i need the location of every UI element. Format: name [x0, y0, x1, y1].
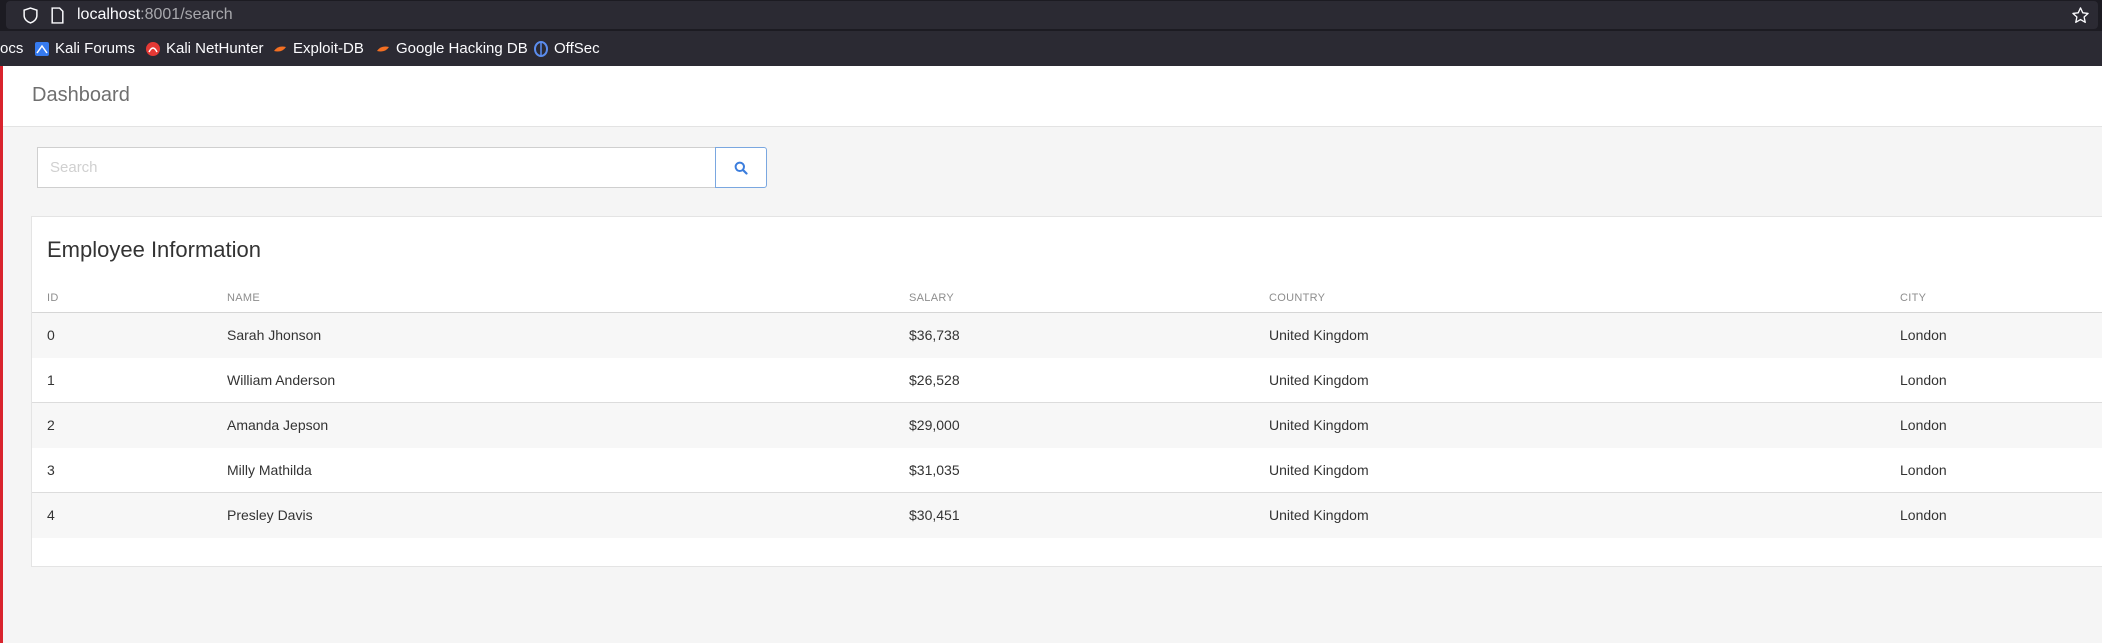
url-host: localhost	[77, 6, 141, 23]
cell-salary: $31,035	[909, 462, 960, 478]
column-header-name: NAME	[227, 292, 260, 304]
column-header-country: COUNTRY	[1269, 292, 1326, 304]
page-title[interactable]: Dashboard	[32, 84, 130, 107]
bookmark-label: Exploit-DB	[293, 40, 364, 57]
bookmark-kali-nethunter[interactable]: Kali NetHunter	[145, 40, 264, 57]
kali-nethunter-icon	[146, 41, 160, 56]
search-button[interactable]	[715, 147, 767, 188]
bookmark-kali-forums[interactable]: Kali Forums	[34, 40, 135, 57]
search-input[interactable]	[37, 147, 716, 188]
table-row: 4 Presley Davis $30,451 United Kingdom L…	[32, 493, 2102, 538]
card-title: Employee Information	[47, 237, 261, 262]
url-path: :8001/search	[140, 6, 233, 23]
google-hacking-db-icon	[377, 46, 389, 51]
table-row: 3 Milly Mathilda $31,035 United Kingdom …	[32, 448, 2102, 493]
bookmark-google-hacking-db[interactable]: Google Hacking DB	[375, 40, 528, 57]
cell-name: Presley Davis	[227, 507, 313, 523]
cell-id: 2	[47, 417, 55, 433]
cell-country: United Kingdom	[1269, 417, 1369, 433]
bookmark-label: ocs	[0, 40, 24, 57]
cell-country: United Kingdom	[1269, 327, 1369, 343]
shield-icon[interactable]	[22, 7, 39, 24]
table-row: 2 Amanda Jepson $29,000 United Kingdom L…	[32, 403, 2102, 448]
page-icon	[51, 7, 64, 24]
bookmark-label: Kali NetHunter	[166, 40, 264, 57]
kali-forums-icon	[35, 41, 49, 56]
cell-city: London	[1900, 327, 1947, 343]
cell-salary: $36,738	[909, 327, 960, 343]
url-bar[interactable]: localhost:8001/search	[6, 1, 2098, 29]
cell-salary: $30,451	[909, 507, 960, 523]
cell-city: London	[1900, 507, 1947, 523]
offsec-icon	[534, 40, 548, 57]
cell-salary: $29,000	[909, 417, 960, 433]
bookmark-star-icon[interactable]	[2071, 6, 2090, 25]
cell-salary: $26,528	[909, 372, 960, 388]
bookmark-offsec[interactable]: OffSec	[533, 40, 600, 57]
table-row: 0 Sarah Jhonson $36,738 United Kingdom L…	[32, 313, 2102, 358]
url-text[interactable]: localhost:8001/search	[77, 6, 233, 24]
bookmark-label: Kali Forums	[55, 40, 136, 57]
search-form	[37, 147, 767, 188]
browser-toolbar: localhost:8001/search	[0, 0, 2102, 31]
bookmark-label: Google Hacking DB	[396, 40, 528, 57]
employee-card: Employee Information ID NAME SALARY COUN…	[31, 216, 2102, 567]
cell-city: London	[1900, 462, 1947, 478]
bookmarks-bar: ocs Kali Forums Kali NetHunter Exploit-D…	[0, 31, 2102, 66]
bookmark-exploit-db[interactable]: Exploit-DB	[272, 40, 364, 57]
cell-name: Amanda Jepson	[227, 417, 329, 433]
page-content: Dashboard Employee Information ID NAME S…	[0, 66, 2102, 643]
bookmark-docs[interactable]: ocs	[0, 40, 23, 57]
cell-country: United Kingdom	[1269, 507, 1369, 523]
cell-name: Milly Mathilda	[227, 462, 312, 478]
cell-name: Sarah Jhonson	[227, 327, 322, 343]
table-row: 1 William Anderson $26,528 United Kingdo…	[32, 358, 2102, 403]
cell-country: United Kingdom	[1269, 372, 1369, 388]
cell-country: United Kingdom	[1269, 462, 1369, 478]
column-header-salary: SALARY	[909, 292, 955, 304]
cell-id: 3	[47, 462, 55, 478]
cell-id: 4	[47, 507, 55, 523]
top-navbar: Dashboard	[3, 66, 2102, 127]
cell-id: 1	[47, 372, 55, 388]
search-icon	[734, 161, 748, 175]
cell-id: 0	[47, 327, 55, 343]
column-header-id: ID	[47, 292, 59, 304]
accent-border	[0, 66, 3, 643]
exploit-db-icon	[274, 46, 286, 51]
column-header-city: CITY	[1900, 292, 1927, 304]
cell-city: London	[1900, 417, 1947, 433]
cell-city: London	[1900, 372, 1947, 388]
cell-name: William Anderson	[227, 372, 336, 388]
bookmark-label: OffSec	[554, 40, 600, 57]
